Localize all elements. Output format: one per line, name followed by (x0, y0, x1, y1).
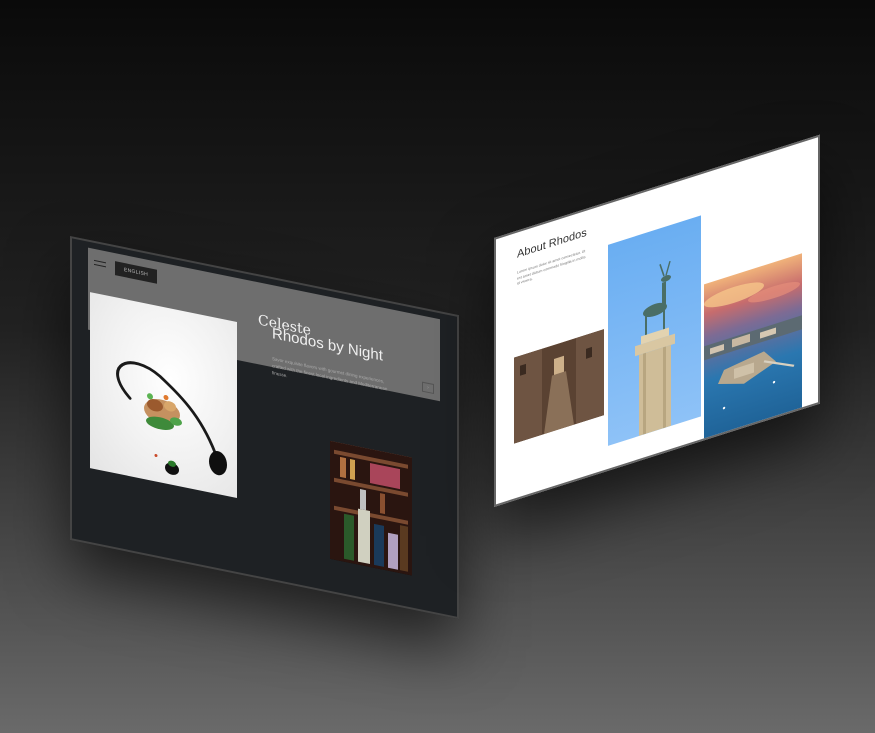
harbor-aerial-image (704, 253, 802, 453)
hamburger-menu-icon[interactable] (94, 255, 110, 272)
bar-bottles-image (330, 440, 412, 576)
about-rhodos-page: About Rhodos Lorem ipsum dolor sit amet … (494, 134, 820, 507)
gourmet-dish-image (90, 292, 237, 498)
showcase-stage: ENGLISH Celeste › Rhodos by Night Savor … (0, 0, 875, 733)
old-town-street-image (514, 329, 604, 444)
language-button[interactable]: ENGLISH (115, 261, 157, 284)
arrow-icon[interactable]: › (422, 381, 434, 395)
rhodos-by-night-page: ENGLISH Celeste › Rhodos by Night Savor … (70, 236, 459, 620)
deer-statue-image (608, 215, 701, 446)
